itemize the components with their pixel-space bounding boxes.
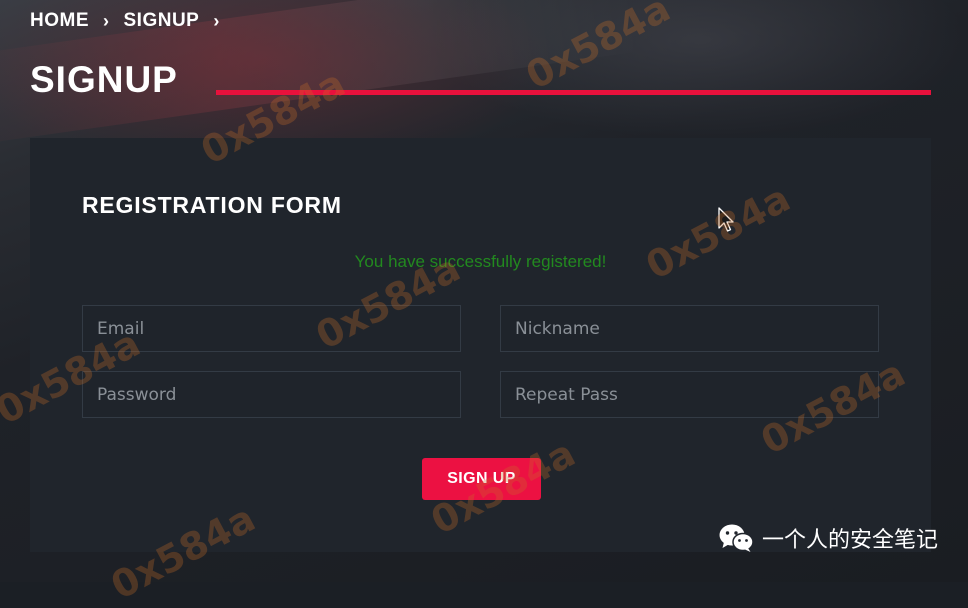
breadcrumb-home[interactable]: HOME — [30, 10, 89, 32]
success-message: You have successfully registered! — [354, 252, 607, 271]
mouse-cursor-icon — [718, 207, 734, 232]
breadcrumb-signup[interactable]: SIGNUP — [124, 10, 200, 32]
wechat-icon — [719, 524, 754, 552]
registration-card: REGISTRATION FORM You have successfully … — [30, 138, 931, 552]
wechat-account-badge: 一个人的安全笔记 — [718, 522, 938, 554]
breadcrumb: HOME › SIGNUP › — [30, 10, 220, 32]
password-input[interactable] — [82, 371, 461, 418]
chevron-right-icon: › — [213, 10, 220, 31]
page-title: SIGNUP — [30, 59, 178, 100]
repeat-password-input[interactable] — [500, 371, 879, 418]
wechat-account-name: 一个人的安全笔记 — [761, 528, 938, 553]
sign-up-button[interactable]: SIGN UP — [422, 458, 541, 500]
nickname-input[interactable] — [500, 305, 879, 352]
form-title: REGISTRATION FORM — [82, 192, 342, 218]
title-underline — [216, 90, 931, 95]
chevron-right-icon: › — [103, 10, 110, 31]
email-input[interactable] — [82, 305, 461, 352]
